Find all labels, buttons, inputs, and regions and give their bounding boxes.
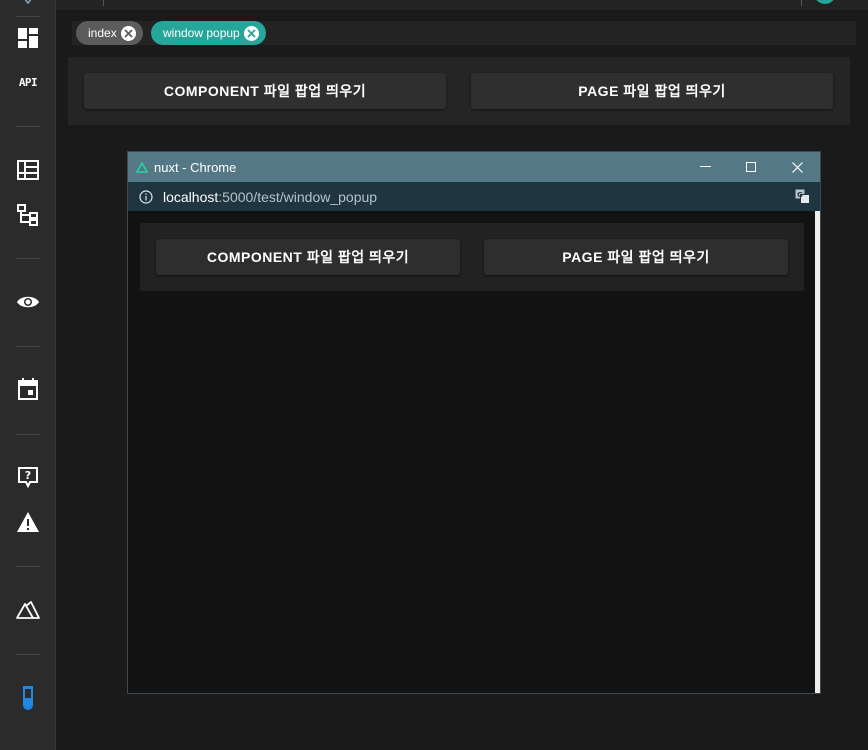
tab-index[interactable]: index — [76, 21, 143, 45]
sidebar: API ? — [0, 0, 56, 750]
help-bubble-icon[interactable]: ? — [14, 463, 42, 491]
top-avatar-edge — [814, 0, 836, 4]
svg-text:?: ? — [25, 469, 31, 482]
maximize-button[interactable] — [728, 152, 774, 182]
nuxt-logo-icon[interactable] — [14, 596, 42, 624]
close-window-button[interactable] — [774, 152, 820, 182]
popup-component-button[interactable]: COMPONENT 파일 팝업 띄우기 — [156, 239, 460, 275]
address-bar[interactable]: localhost:5000/test/window_popup G — [128, 182, 820, 211]
popup-title: nuxt - Chrome — [154, 159, 237, 175]
tab-bar: index window popup — [72, 21, 856, 45]
component-popup-button[interactable]: COMPONENT 파일 팝업 띄우기 — [84, 73, 446, 109]
tab-window-popup[interactable]: window popup — [151, 21, 266, 45]
info-icon[interactable] — [139, 189, 153, 204]
svg-text:G: G — [797, 191, 803, 199]
translate-icon[interactable]: G — [795, 189, 810, 204]
page-popup-button[interactable]: PAGE 파일 팝업 띄우기 — [471, 73, 833, 109]
popup-button-panel: COMPONENT 파일 팝업 띄우기 PAGE 파일 팝업 띄우기 — [140, 223, 804, 291]
scrollbar[interactable] — [815, 211, 820, 693]
chevron-down-icon — [24, 0, 32, 5]
url-text[interactable]: localhost:5000/test/window_popup — [163, 189, 377, 205]
api-icon[interactable]: API — [14, 68, 42, 96]
url-path: :5000/test/window_popup — [218, 188, 378, 205]
popup-page-button[interactable]: PAGE 파일 팝업 띄우기 — [484, 239, 788, 275]
eye-icon[interactable] — [14, 288, 42, 316]
close-icon[interactable] — [243, 25, 259, 41]
main-button-panel: COMPONENT 파일 팝업 띄우기 PAGE 파일 팝업 띄우기 — [68, 57, 850, 125]
api-label: API — [18, 75, 38, 89]
popup-content: COMPONENT 파일 팝업 띄우기 PAGE 파일 팝업 띄우기 — [128, 211, 820, 693]
nuxt-favicon-icon — [136, 161, 148, 173]
popup-titlebar[interactable]: nuxt - Chrome — [128, 152, 820, 182]
tab-window-popup-label: window popup — [163, 26, 240, 40]
tab-index-label: index — [88, 26, 117, 40]
popup-window: nuxt - Chrome localhost:5000/test/window… — [127, 151, 821, 694]
test-tube-icon[interactable] — [14, 684, 42, 712]
minimize-button[interactable] — [682, 152, 728, 182]
table-icon[interactable] — [14, 156, 42, 184]
warning-icon[interactable] — [14, 508, 42, 536]
close-icon[interactable] — [120, 25, 136, 41]
sitemap-icon[interactable] — [14, 201, 42, 229]
url-host: localhost — [163, 188, 219, 205]
dashboard-icon[interactable] — [14, 24, 42, 52]
top-strip — [56, 0, 868, 10]
calendar-icon[interactable] — [14, 375, 42, 403]
